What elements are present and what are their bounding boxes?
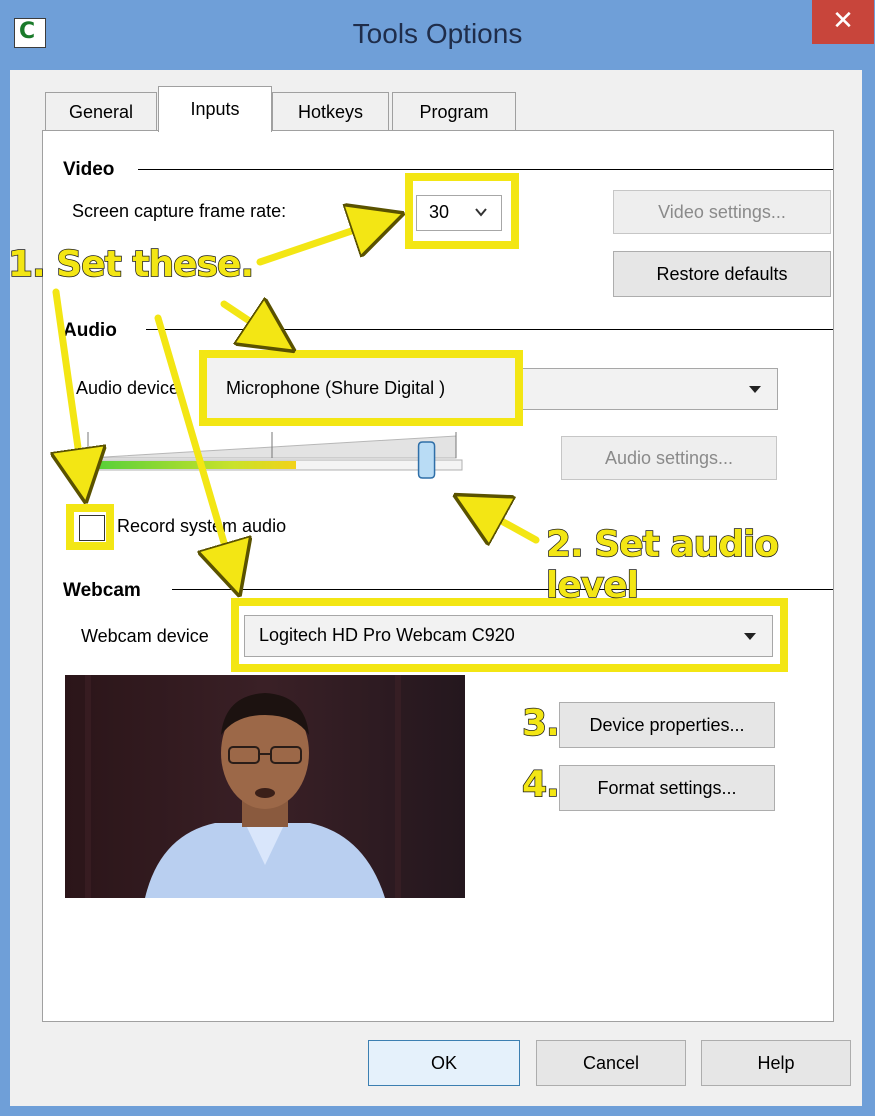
audio-section-divider — [146, 329, 833, 330]
audio-device-value: Microphone (Shure Digital ) — [226, 378, 446, 398]
dropdown-arrow-icon — [744, 633, 756, 640]
webcam-preview — [65, 675, 465, 898]
video-section-divider — [138, 169, 833, 170]
step2-callout: 2. Set audio level — [545, 523, 780, 607]
chevron-down-icon — [475, 208, 487, 217]
audio-settings-button[interactable]: Audio settings... — [561, 436, 777, 480]
step4-callout: 4. — [521, 763, 560, 806]
format-settings-button[interactable]: Format settings... — [559, 765, 775, 811]
help-button[interactable]: Help — [701, 1040, 851, 1086]
frame-rate-value: 30 — [429, 202, 450, 222]
video-settings-button[interactable]: Video settings... — [613, 190, 831, 234]
webcam-device-dropdown[interactable]: Logitech HD Pro Webcam C920 — [244, 615, 773, 657]
restore-defaults-button[interactable]: Restore defaults — [613, 251, 831, 297]
record-system-audio-label: Record system audio — [117, 516, 287, 536]
video-section-title: Video — [63, 159, 115, 180]
cancel-button[interactable]: Cancel — [536, 1040, 686, 1086]
record-system-audio-checkbox[interactable] — [79, 515, 105, 541]
audio-device-label: Audio device — [76, 378, 180, 398]
tab-general[interactable]: General — [45, 92, 157, 131]
device-properties-button[interactable]: Device properties... — [559, 702, 775, 748]
close-icon: ✕ — [832, 6, 854, 36]
audio-level-control[interactable] — [80, 428, 470, 484]
tab-program[interactable]: Program — [392, 92, 516, 131]
frame-rate-dropdown[interactable]: 30 — [416, 195, 502, 231]
tab-inputs[interactable]: Inputs — [158, 86, 272, 132]
audio-level-thumb[interactable] — [417, 441, 436, 479]
tab-hotkeys[interactable]: Hotkeys — [272, 92, 389, 131]
dropdown-arrow-icon — [749, 386, 761, 393]
title-bar[interactable]: C Tools Options ✕ — [0, 0, 875, 70]
window-title: Tools Options — [352, 18, 523, 49]
webcam-device-label: Webcam device — [81, 626, 209, 646]
audio-section-title: Audio — [63, 320, 117, 341]
webcam-person-image — [65, 675, 465, 898]
webcam-device-value: Logitech HD Pro Webcam C920 — [259, 625, 515, 645]
step1-callout: 1. Set these. — [7, 243, 255, 286]
ok-button[interactable]: OK — [368, 1040, 520, 1086]
webcam-section-title: Webcam — [63, 580, 141, 601]
level-meter-fill — [87, 461, 296, 469]
step3-callout: 3. — [521, 702, 560, 745]
close-button[interactable]: ✕ — [812, 0, 874, 44]
frame-rate-label: Screen capture frame rate: — [72, 201, 287, 221]
